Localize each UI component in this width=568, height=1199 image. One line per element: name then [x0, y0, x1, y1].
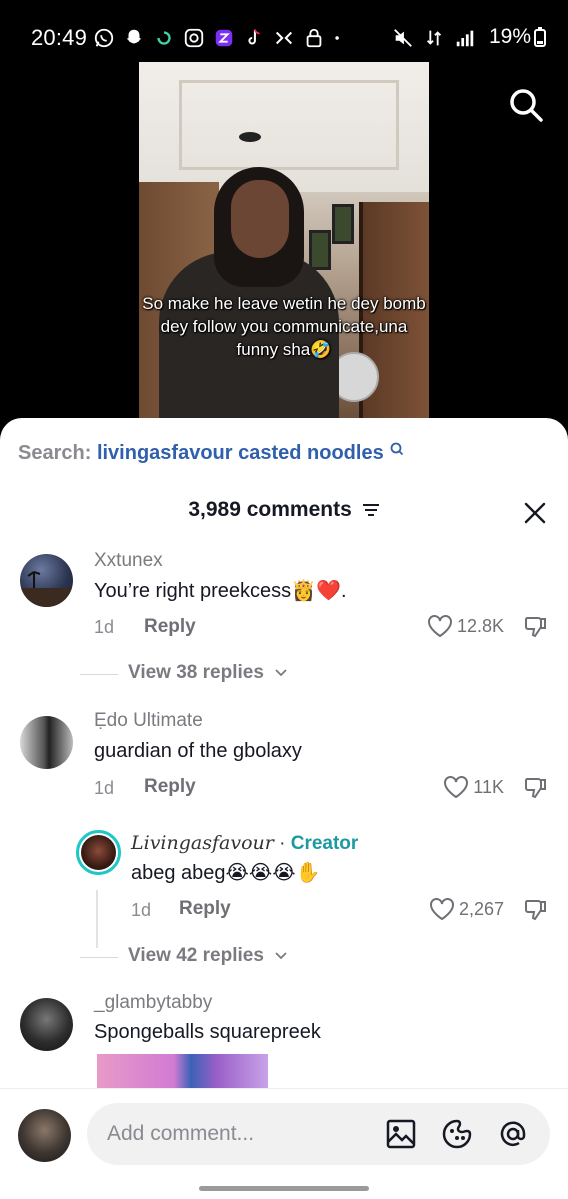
battery-percent: 19% — [488, 25, 531, 48]
dislike-icon[interactable] — [522, 897, 548, 923]
mute-icon — [394, 29, 412, 47]
reply-username[interactable]: Livingasfavour — [131, 832, 274, 854]
comment-username[interactable]: Ẹdo Ultimate — [94, 710, 203, 732]
comment-username[interactable]: _glambytabby — [94, 992, 212, 1014]
reply-text: abeg abeg😭😭😭✋ — [131, 862, 321, 884]
comment-placeholder: Add comment... — [107, 1122, 255, 1145]
like-count: 11K — [473, 776, 504, 797]
comment-username[interactable]: Xxtunex — [94, 550, 163, 572]
comments-sheet: Search: livingasfavour casted noodles 3,… — [0, 418, 568, 1199]
avatar[interactable] — [20, 998, 73, 1051]
comment-input[interactable]: Add comment... — [87, 1103, 550, 1165]
video-player[interactable] — [139, 62, 429, 418]
close-icon[interactable] — [524, 502, 546, 524]
tiktok-icon — [248, 29, 260, 45]
comment-text: You’re right preekcess👸❤️. — [94, 580, 347, 602]
reply-button[interactable]: Reply — [179, 898, 231, 920]
view-replies-label: View 38 replies — [128, 662, 264, 683]
dislike-icon[interactable] — [522, 614, 548, 640]
avatar[interactable] — [20, 716, 73, 769]
heart-icon — [444, 776, 469, 799]
whatsapp-icon — [94, 28, 114, 48]
comments-header: 3,989 comments — [0, 498, 568, 522]
search-icon[interactable] — [508, 87, 544, 123]
creator-badge: Creator — [290, 833, 359, 854]
instagram-icon — [184, 28, 204, 48]
status-time: 20:49 — [31, 25, 88, 50]
reply-button[interactable]: Reply — [144, 616, 196, 638]
comment-time: 1d — [94, 778, 115, 798]
comment-text: Spongeballs squarepreek — [94, 1021, 321, 1043]
reply-button[interactable]: Reply — [144, 776, 196, 798]
search-suggestion[interactable]: Search: livingasfavour casted noodles — [18, 442, 404, 465]
status-bar: 20:49 19% — [0, 0, 568, 62]
lock-icon — [306, 28, 322, 48]
search-icon — [390, 442, 404, 456]
heart-icon — [427, 615, 452, 638]
like-button[interactable]: 12.8K — [427, 614, 504, 638]
view-replies-button[interactable]: View 42 replies — [128, 945, 287, 967]
notification-icons — [93, 27, 347, 49]
reply-header: Livingasfavour · Creator — [131, 832, 359, 854]
view-replies-label: View 42 replies — [128, 945, 264, 966]
video-caption: So make he leave wetin he dey bomb dey f… — [142, 294, 426, 359]
mention-icon[interactable] — [497, 1118, 529, 1150]
comment-text: guardian of the gbolaxy — [94, 740, 302, 762]
sticker-icon[interactable] — [441, 1118, 473, 1150]
snapchat-icon — [126, 29, 142, 44]
data-icon — [426, 30, 442, 46]
dislike-icon[interactable] — [522, 775, 548, 801]
like-button[interactable]: 2,267 — [429, 897, 504, 921]
comment-composer: Add comment... — [0, 1088, 568, 1199]
avatar[interactable] — [20, 554, 73, 607]
dot-icon — [335, 36, 339, 40]
battery-icon — [534, 27, 546, 47]
chevron-down-icon — [275, 952, 287, 960]
creator-avatar[interactable] — [76, 830, 121, 875]
reply-time: 1d — [131, 900, 152, 920]
search-query-link[interactable]: livingasfavour casted noodles — [97, 442, 384, 464]
search-prefix: Search: — [18, 442, 92, 464]
sync-icon — [157, 31, 171, 45]
system-icons — [392, 27, 476, 49]
comment-time: 1d — [94, 617, 115, 637]
sort-icon[interactable] — [362, 503, 380, 517]
like-count: 12.8K — [456, 615, 504, 636]
battery-indicator: 19% — [489, 25, 546, 49]
signal-icon — [456, 30, 474, 47]
app-icon — [215, 29, 233, 47]
heart-icon — [429, 898, 454, 921]
comments-count: 3,989 comments — [188, 498, 352, 521]
game-icon — [275, 31, 293, 45]
user-avatar — [18, 1109, 71, 1162]
home-indicator[interactable] — [199, 1186, 369, 1191]
like-button[interactable]: 11K — [443, 775, 504, 799]
comment-image[interactable] — [97, 1054, 268, 1090]
chevron-down-icon — [275, 669, 287, 677]
like-count: 2,267 — [458, 898, 504, 919]
image-icon[interactable] — [385, 1118, 417, 1150]
view-replies-button[interactable]: View 38 replies — [128, 662, 287, 684]
